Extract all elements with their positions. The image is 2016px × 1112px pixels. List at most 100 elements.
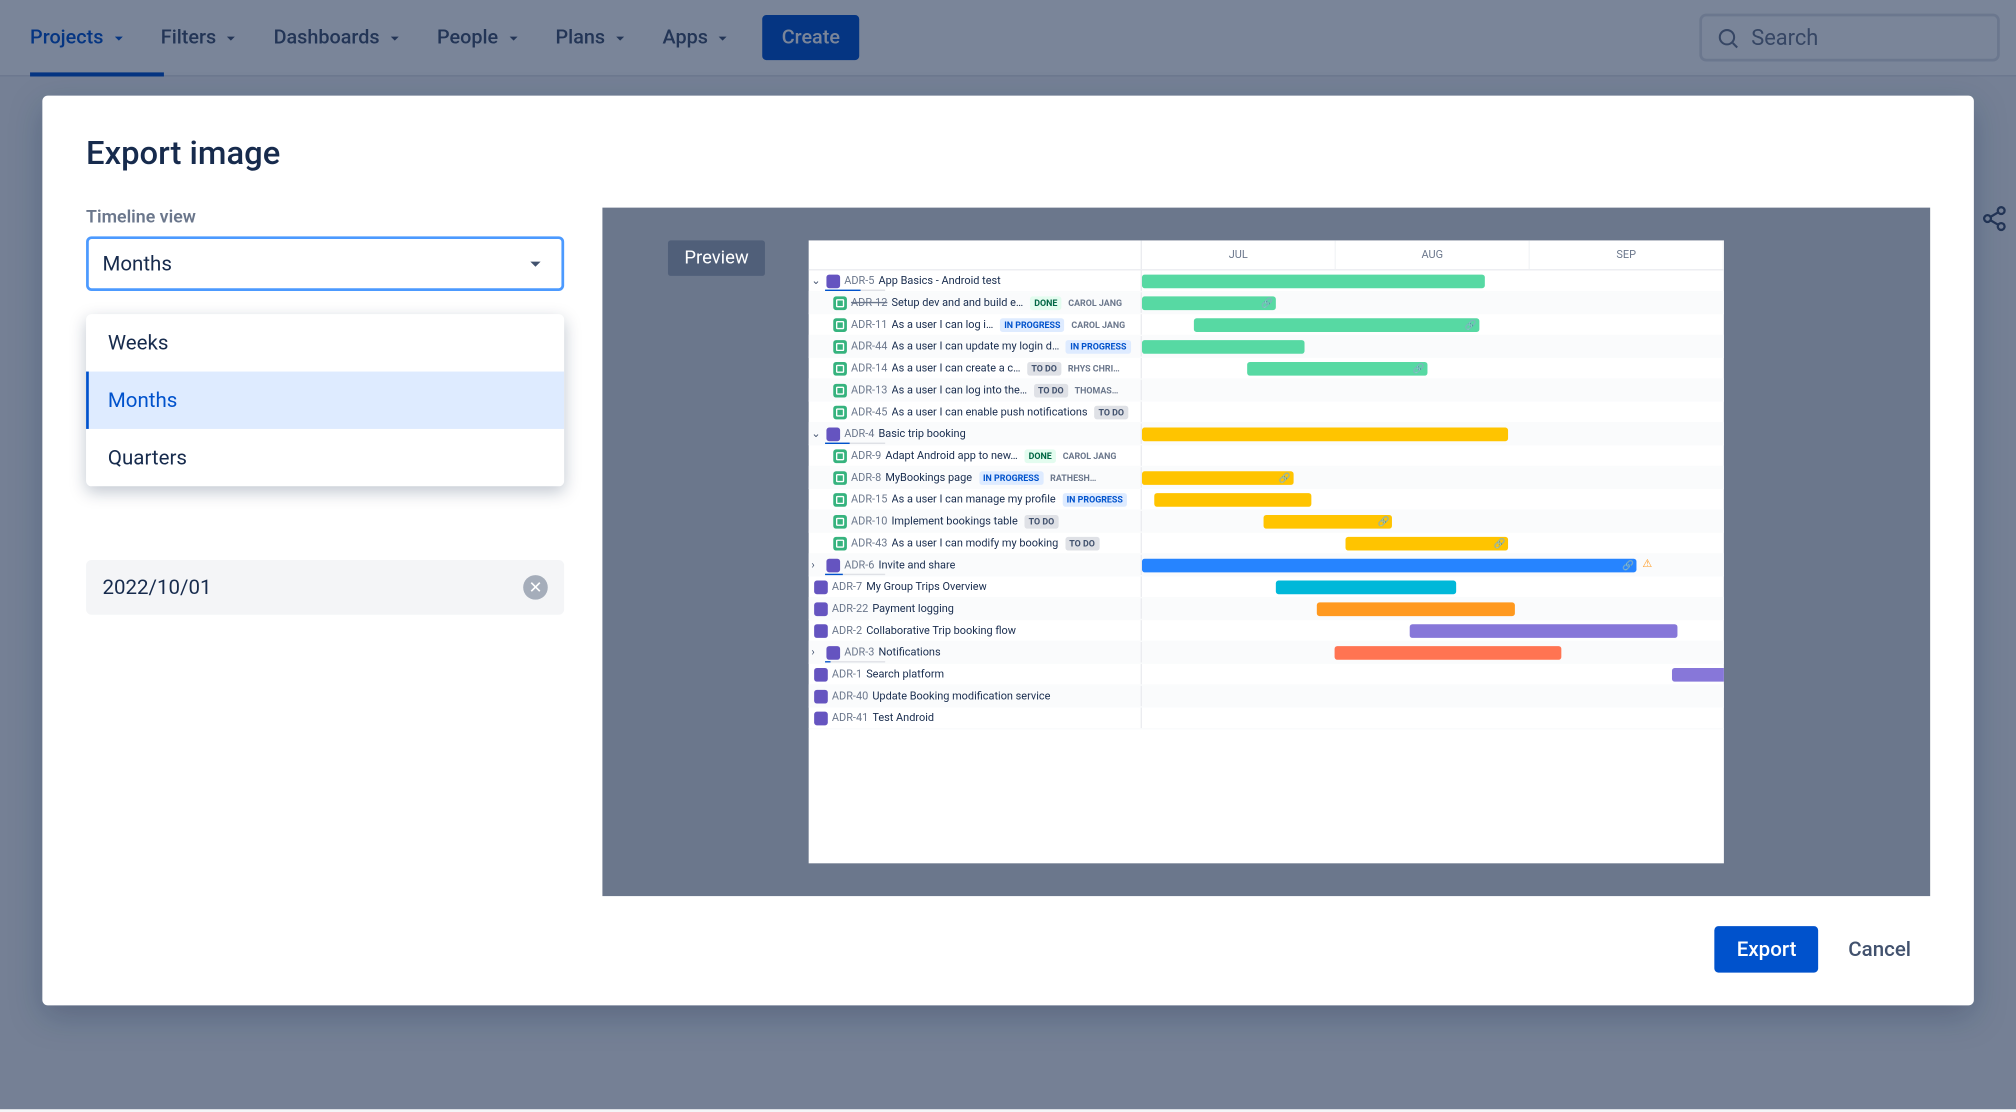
roadmap-row: ADR-13As a user I can log into the…TO DO… xyxy=(809,380,1724,402)
roadmap-row: ⌄ADR-5App Basics - Android test xyxy=(809,270,1724,292)
story-icon xyxy=(833,383,847,397)
roadmap-row: ADR-7My Group Trips Overview xyxy=(809,576,1724,598)
timeline-bar[interactable]: 🔗 xyxy=(1247,362,1427,376)
timeline-view-select[interactable]: Months xyxy=(86,236,564,291)
assignee-label: CAROL JANG xyxy=(1068,297,1122,308)
month-column: JUL xyxy=(1142,240,1336,269)
issue-key[interactable]: ADR-8 xyxy=(851,471,881,483)
epic-icon xyxy=(814,667,828,681)
issue-key[interactable]: ADR-4 xyxy=(844,428,874,440)
issue-key[interactable]: ADR-3 xyxy=(844,646,874,658)
timeline-bar[interactable] xyxy=(1142,275,1485,289)
expand-icon[interactable]: › xyxy=(811,646,822,658)
dropdown-option-months[interactable]: Months xyxy=(86,372,564,429)
issue-key[interactable]: ADR-12 xyxy=(851,296,887,308)
status-lozenge: IN PROGRESS xyxy=(979,471,1043,485)
roadmap-row: ADR-40Update Booking modification servic… xyxy=(809,686,1724,708)
assignee-label: CAROL JANG xyxy=(1071,319,1125,330)
preview-label: Preview xyxy=(668,240,765,276)
status-lozenge: IN PROGRESS xyxy=(1062,492,1126,506)
roadmap-row: ADR-9Adapt Android app to new…DONECAROL … xyxy=(809,445,1724,467)
roadmap-row: ADR-2Collaborative Trip booking flow xyxy=(809,620,1724,642)
status-lozenge: TO DO xyxy=(1025,514,1059,528)
issue-key[interactable]: ADR-44 xyxy=(851,340,887,352)
issue-summary: MyBookings page xyxy=(885,471,972,483)
link-icon: 🔗 xyxy=(1378,516,1390,527)
story-icon xyxy=(833,471,847,485)
issue-key[interactable]: ADR-41 xyxy=(832,712,868,724)
epic-progress xyxy=(825,661,885,662)
end-date-field[interactable]: 2022/10/01 ✕ xyxy=(86,560,564,615)
clear-icon[interactable]: ✕ xyxy=(523,575,548,600)
issue-summary: Payment logging xyxy=(872,602,954,614)
epic-progress xyxy=(825,290,885,291)
issue-key[interactable]: ADR-14 xyxy=(851,362,887,374)
story-icon xyxy=(833,405,847,419)
issue-key[interactable]: ADR-5 xyxy=(844,275,874,287)
issue-summary: As a user I can log into the… xyxy=(891,384,1027,396)
issue-key[interactable]: ADR-45 xyxy=(851,406,887,418)
preview-pane: Preview JULAUGSEP ⌄ADR-5App Basics - And… xyxy=(602,208,1930,896)
epic-icon xyxy=(814,580,828,594)
status-lozenge: TO DO xyxy=(1027,361,1061,375)
issue-summary: Notifications xyxy=(878,646,940,658)
dropdown-option-quarters[interactable]: Quarters xyxy=(86,429,564,486)
export-button[interactable]: Export xyxy=(1715,926,1818,972)
end-date-value: 2022/10/01 xyxy=(102,575,211,600)
roadmap-row: ⌄ ADR-4 Basic trip booking xyxy=(809,423,1724,445)
timeline-bar[interactable] xyxy=(1317,602,1515,616)
cancel-button[interactable]: Cancel xyxy=(1829,926,1930,972)
timeline-bar[interactable]: 🔗 xyxy=(1264,515,1392,529)
issue-key[interactable]: ADR-15 xyxy=(851,493,887,505)
timeline-bar[interactable]: 🔗 xyxy=(1346,537,1509,551)
timeline-bar[interactable] xyxy=(1672,668,1724,682)
issue-key[interactable]: ADR-1 xyxy=(832,668,862,680)
issue-summary: Basic trip booking xyxy=(878,428,965,440)
story-icon xyxy=(833,449,847,463)
epic-progress xyxy=(825,574,885,575)
warning-icon: ⚠ xyxy=(1642,557,1652,569)
issue-key[interactable]: ADR-40 xyxy=(832,690,868,702)
issue-key[interactable]: ADR-22 xyxy=(832,602,868,614)
issue-key[interactable]: ADR-6 xyxy=(844,559,874,571)
timeline-bar[interactable] xyxy=(1334,646,1561,660)
dropdown-option-weeks[interactable]: Weeks xyxy=(86,314,564,371)
epic-progress xyxy=(825,443,885,444)
export-image-modal: Export image Timeline view Months Weeks … xyxy=(42,96,1974,1006)
roadmap-row: ADR-43As a user I can modify my bookingT… xyxy=(809,533,1724,555)
modal-overlay: Export image Timeline view Months Weeks … xyxy=(0,0,2016,1109)
timeline-bar[interactable] xyxy=(1410,624,1678,638)
issue-key[interactable]: ADR-10 xyxy=(851,515,887,527)
issue-key[interactable]: ADR-2 xyxy=(832,624,862,636)
roadmap-row: › ADR-3 Notifications xyxy=(809,642,1724,664)
epic-icon xyxy=(814,711,828,725)
issue-key[interactable]: ADR-7 xyxy=(832,581,862,593)
issue-summary: Setup dev and and build e… xyxy=(891,296,1023,308)
roadmap-row: ADR-41 Test Android xyxy=(809,708,1724,730)
roadmap-row: ADR-1Search platform xyxy=(809,664,1724,686)
timeline-bar[interactable]: 🔗 xyxy=(1194,318,1479,332)
issue-key[interactable]: ADR-13 xyxy=(851,384,887,396)
issue-summary: Test Android xyxy=(872,712,934,724)
issue-key[interactable]: ADR-11 xyxy=(851,318,887,330)
roadmap-row: ADR-45As a user I can enable push notifi… xyxy=(809,402,1724,424)
issue-key[interactable]: ADR-9 xyxy=(851,449,881,461)
roadmap-row: ADR-22 Payment logging xyxy=(809,598,1724,620)
expand-icon[interactable]: › xyxy=(811,559,822,571)
timeline-bar[interactable] xyxy=(1154,493,1311,507)
assignee-label: RATHESH… xyxy=(1050,472,1096,483)
assignee-label: RHYS CHRI… xyxy=(1068,363,1120,374)
timeline-bar[interactable] xyxy=(1276,581,1456,595)
expand-icon[interactable]: ⌄ xyxy=(811,275,822,287)
timeline-bar[interactable]: 🔗 xyxy=(1142,471,1293,485)
link-icon: 🔗 xyxy=(1261,298,1273,309)
timeline-bar[interactable] xyxy=(1142,428,1509,442)
timeline-bar[interactable]: 🔗 xyxy=(1142,559,1637,573)
status-lozenge: TO DO xyxy=(1094,405,1128,419)
link-icon: 🔗 xyxy=(1279,473,1291,484)
epic-icon xyxy=(826,645,840,659)
timeline-bar[interactable] xyxy=(1142,340,1305,354)
expand-icon[interactable]: ⌄ xyxy=(811,428,822,440)
issue-key[interactable]: ADR-43 xyxy=(851,537,887,549)
timeline-bar[interactable]: 🔗 xyxy=(1142,296,1276,310)
